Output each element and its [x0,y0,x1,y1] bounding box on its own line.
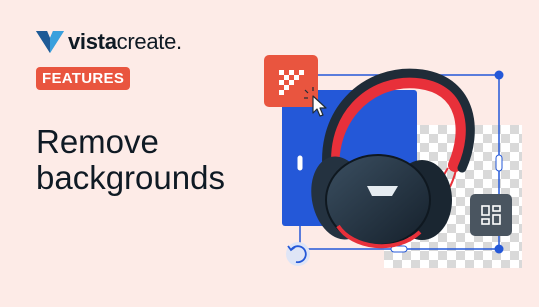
handle-top-right[interactable] [494,70,504,80]
rotate-handle[interactable] [286,242,310,266]
remove-bg-tool-button[interactable] [264,55,318,107]
hero-banner: vistacreate. FEATURES Remove backgrounds [0,0,539,307]
handle-bottom-right[interactable] [494,244,504,254]
handle-left-middle[interactable] [296,154,304,172]
handle-right-middle[interactable] [495,154,503,172]
layout-tool-button[interactable] [470,194,512,236]
editor-illustration [264,55,522,268]
